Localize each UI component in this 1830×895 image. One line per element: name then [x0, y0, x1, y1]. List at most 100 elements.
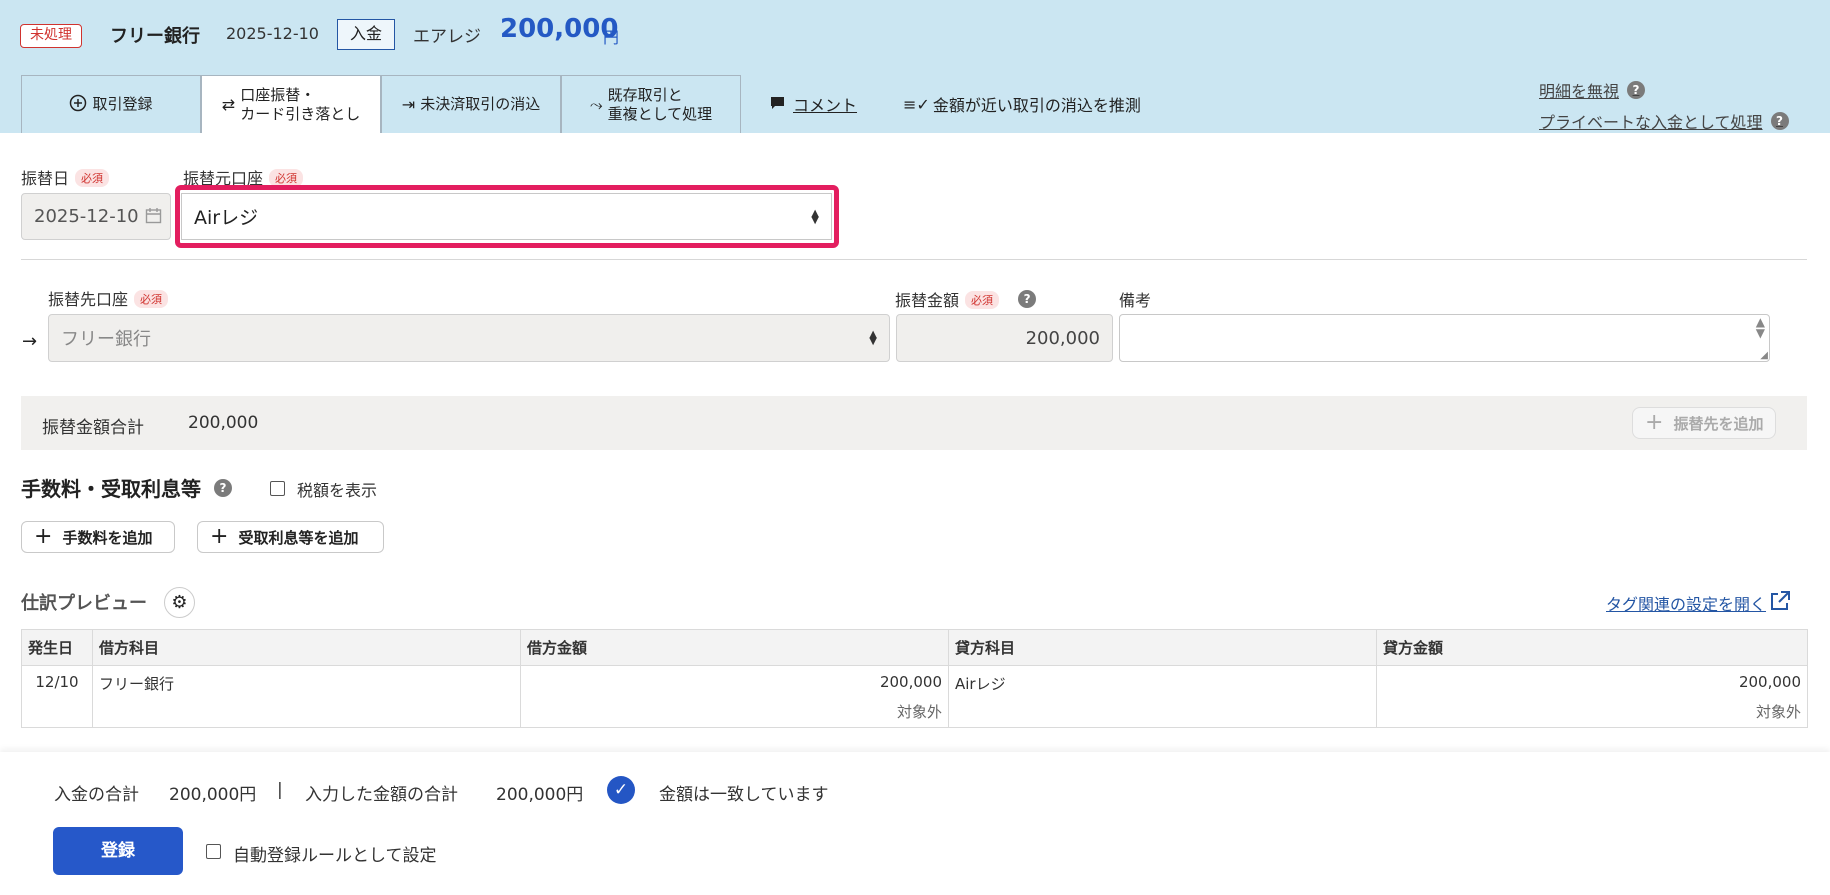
- help-icon[interactable]: ?: [1770, 112, 1789, 130]
- transfer-amount-input[interactable]: 200,000: [896, 314, 1113, 362]
- total-value: 200,000: [188, 413, 259, 433]
- tab-register-transaction[interactable]: 取引登録: [21, 75, 201, 133]
- dest-account-value: フリー銀行: [61, 329, 151, 350]
- comment-label: コメント: [793, 96, 858, 115]
- tab-label: 未決済取引の消込: [420, 95, 541, 113]
- gear-icon[interactable]: ⚙: [164, 587, 195, 618]
- private-label: プライベートな入金として処理: [1539, 113, 1763, 132]
- journal-preview-table: 発生日 借方科目 借方金額 貸方科目 貸方金額 12/10 フリー銀行 200,…: [21, 629, 1808, 728]
- dest-account-label: 振替先口座 必須: [48, 286, 169, 310]
- transaction-type-badge: 入金: [337, 19, 395, 50]
- tab-label-line1: 口座振替・: [240, 85, 316, 104]
- empty-cell: [948, 700, 1377, 728]
- ignore-label: 明細を無視: [1539, 82, 1620, 101]
- bank-name: フリー銀行: [110, 26, 200, 47]
- income-total-label: 入金の合計: [54, 785, 139, 805]
- match-message: 金額は一致しています: [659, 785, 829, 805]
- help-icon[interactable]: ?: [1627, 81, 1646, 99]
- entered-total-value: 200,000円: [496, 785, 584, 805]
- tab-account-transfer[interactable]: ⇄ 口座振替・ カード引き落とし: [201, 75, 381, 133]
- status-badge: 未処理: [20, 24, 82, 48]
- highlight-box: [175, 185, 839, 248]
- plus-icon: +: [1645, 410, 1664, 435]
- comment-icon: [770, 95, 785, 114]
- table-row-tax: 対象外 対象外: [21, 700, 1808, 728]
- list-check-icon: ≡✓: [903, 94, 930, 114]
- tab-label-line2: カード引き落とし: [240, 104, 361, 123]
- amount-unit: 円: [603, 28, 620, 47]
- col-debit-amount: 借方金額: [520, 629, 949, 666]
- row-debit-tax: 対象外: [520, 700, 949, 728]
- help-icon[interactable]: ?: [1018, 290, 1037, 308]
- tag-settings-link[interactable]: タグ関連の設定を開く: [1606, 590, 1791, 616]
- table-row: 12/10 フリー銀行 200,000 Airレジ 200,000: [21, 665, 1808, 701]
- row-credit-amount: 200,000: [1376, 665, 1808, 701]
- show-tax-checkbox[interactable]: [270, 481, 285, 496]
- row-debit-amount: 200,000: [520, 665, 949, 701]
- resize-handle-icon[interactable]: ◢: [1760, 350, 1768, 361]
- row-credit-tax: 対象外: [1376, 700, 1808, 728]
- tab-label-line2: 重複として処理: [607, 104, 713, 123]
- income-total-value: 200,000円: [169, 785, 257, 805]
- tab-label: 口座振替・ カード引き落とし: [240, 86, 360, 124]
- dest-account-select[interactable]: フリー銀行 ▲ ▼: [48, 314, 890, 362]
- check-circle-icon: ✓: [607, 776, 635, 804]
- table-header-row: 発生日 借方科目 借方金額 貸方科目 貸方金額: [21, 629, 1808, 666]
- col-credit-amount: 貸方金額: [1376, 629, 1808, 666]
- add-destination-label: 振替先を追加: [1673, 414, 1764, 433]
- col-credit-account: 貸方科目: [948, 629, 1377, 666]
- partner-name: エアレジ: [413, 27, 481, 47]
- external-link-icon: [1769, 590, 1791, 616]
- tab-mark-duplicate[interactable]: ⤳ 既存取引と 重複として処理: [561, 75, 741, 133]
- required-badge: 必須: [965, 291, 1000, 309]
- transfer-total-bar: [21, 396, 1807, 450]
- transfer-amount-value: 200,000: [1025, 327, 1100, 349]
- help-icon[interactable]: ?: [214, 479, 232, 497]
- plus-circle-icon: [69, 94, 87, 116]
- add-interest-label: 受取利息等を追加: [238, 528, 359, 547]
- preview-title: 仕訳プレビュー: [21, 593, 147, 614]
- auto-rule-label: 自動登録ルールとして設定: [233, 846, 437, 866]
- tag-settings-label: タグ関連の設定を開く: [1606, 595, 1767, 614]
- add-interest-button[interactable]: + 受取利息等を追加: [197, 521, 384, 553]
- transfer-date-label: 振替日 必須: [21, 165, 110, 189]
- spinner-icon[interactable]: ▲ ▼: [1756, 316, 1765, 339]
- comment-link[interactable]: コメント: [770, 92, 857, 116]
- plus-icon: +: [34, 524, 53, 549]
- transaction-amount: 200,000: [500, 14, 619, 44]
- register-button[interactable]: 登録: [53, 827, 183, 875]
- suggest-reconcile-button[interactable]: ≡✓ 金額が近い取引の消込を推測: [903, 92, 1141, 116]
- transfer-date-input[interactable]: 2025-12-10: [21, 193, 171, 240]
- required-badge: 必須: [75, 169, 110, 187]
- plus-icon: +: [210, 524, 229, 549]
- select-arrows-icon: ▲ ▼: [869, 329, 877, 347]
- row-debit-account: フリー銀行: [92, 665, 521, 701]
- empty-cell: [21, 700, 93, 728]
- tab-label-line1: 既存取引と: [607, 85, 683, 104]
- transaction-date: 2025-12-10: [226, 24, 319, 43]
- private-income-link[interactable]: プライベートな入金として処理 ?: [1539, 109, 1789, 133]
- tab-reconcile-unsettled[interactable]: ⇥ 未決済取引の消込: [381, 75, 561, 133]
- suggest-label: 金額が近い取引の消込を推測: [932, 96, 1141, 115]
- add-fee-label: 手数料を追加: [62, 528, 153, 547]
- total-label: 振替金額合計: [42, 418, 144, 438]
- add-fee-button[interactable]: + 手数料を追加: [21, 521, 175, 553]
- add-destination-button[interactable]: + 振替先を追加: [1632, 407, 1777, 439]
- ignore-statement-link[interactable]: 明細を無視 ?: [1539, 78, 1646, 102]
- auto-rule-checkbox[interactable]: [206, 844, 221, 859]
- memo-label: 備考: [1119, 291, 1152, 310]
- tab-label: 既存取引と 重複として処理: [608, 86, 713, 124]
- arrow-right-icon: →: [22, 331, 38, 352]
- show-tax-label: 税額を表示: [297, 481, 378, 500]
- row-date: 12/10: [21, 665, 93, 701]
- calendar-icon[interactable]: [145, 207, 162, 229]
- transfer-date-value: 2025-12-10: [34, 206, 139, 227]
- fees-title: 手数料・受取利息等: [21, 477, 201, 501]
- col-date: 発生日: [21, 629, 93, 666]
- empty-cell: [92, 700, 521, 728]
- divider: [21, 259, 1807, 260]
- memo-textarea[interactable]: ▲ ▼ ◢: [1119, 314, 1770, 362]
- tab-label: 取引登録: [92, 95, 153, 113]
- transfer-amount-label: 振替金額 必須 ?: [895, 287, 1037, 311]
- row-credit-account: Airレジ: [948, 665, 1377, 701]
